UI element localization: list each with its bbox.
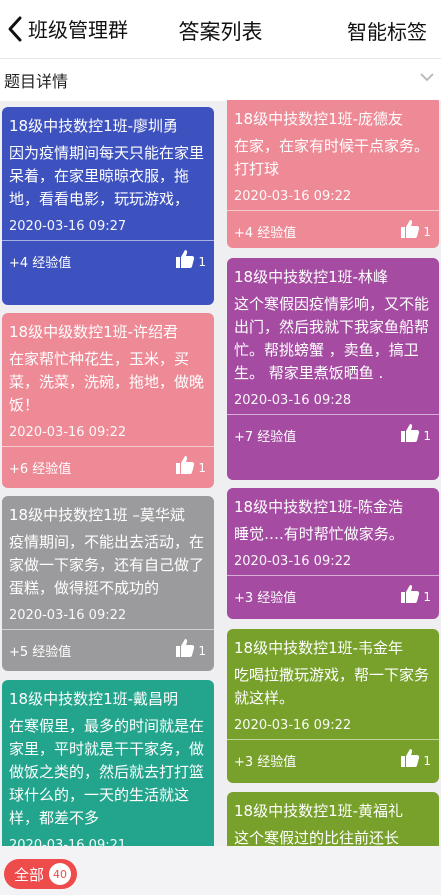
thumbs-up-icon xyxy=(401,585,420,603)
answer-time: 2020-03-16 09:22 xyxy=(234,718,352,733)
card-footer: +4 经验值 1 xyxy=(227,211,439,248)
student-name: 18级中技数控1班-庞德友 xyxy=(234,110,404,128)
question-detail-bar[interactable]: 题目详情 xyxy=(0,58,441,101)
answer-time: 2020-03-16 09:22 xyxy=(9,608,127,623)
card-footer: +4 经验值 1 xyxy=(2,241,214,279)
answer-card[interactable]: 18级中技数控1班-林峰 这个寒假因疫情影响，又不能出门，然后我就下我家鱼船帮忙… xyxy=(227,258,439,480)
student-name: 18级中技数控1班-戴昌明 xyxy=(9,690,179,708)
student-name: 18级中技数控1班-韦金年 xyxy=(234,639,404,657)
student-name: 18级中技数控1班-黄福礼 xyxy=(234,802,404,820)
card-footer: +6 经验值 1 xyxy=(2,447,214,485)
like-count: 1 xyxy=(423,590,431,604)
like-button[interactable]: 1 xyxy=(400,584,431,604)
answer-card[interactable]: 18级中技数控1班-黄福礼 这个寒假过的比往前还长 xyxy=(227,792,439,852)
experience-points: +7 经验值 xyxy=(234,430,297,445)
experience-points: +5 经验值 xyxy=(9,645,72,660)
like-count: 1 xyxy=(198,255,206,269)
thumbs-up-icon xyxy=(401,749,420,767)
thumbs-up-icon xyxy=(401,424,420,442)
answer-time: 2020-03-16 09:22 xyxy=(234,554,352,569)
answer-content: 在寒假里，最多的时间就是在家里，平时就是干干家务，做做饭之类的，然后就去打打篮球… xyxy=(9,717,205,827)
card-footer: +5 经验值 1 xyxy=(2,630,214,668)
answer-content: 在家帮忙种花生，玉米，买菜，洗菜，洗碗，拖地，做晚饭！ xyxy=(9,350,205,414)
answer-card[interactable]: 18级中技数控1班 –莫华斌 疫情期间，不能出去活动，在家做一下家务，还有自己做… xyxy=(2,496,214,671)
like-button[interactable]: 1 xyxy=(175,638,206,658)
count-badge: 40 xyxy=(49,863,72,885)
like-button[interactable]: 1 xyxy=(175,249,206,269)
answer-content: 因为疫情期间每天只能在家里呆着，在家里晾晾衣服，拖地，看看电影，玩玩游戏， xyxy=(9,144,205,208)
question-detail-label: 题目详情 xyxy=(4,72,69,91)
answer-content: 睡觉….有时帮忙做家务。 xyxy=(234,525,404,543)
answer-card[interactable]: 18级中技数控1班-廖圳勇 因为疫情期间每天只能在家里呆着，在家里晾晾衣服，拖地… xyxy=(2,107,214,305)
experience-points: +3 经验值 xyxy=(234,755,297,770)
experience-points: +4 经验值 xyxy=(9,256,72,271)
experience-points: +6 经验值 xyxy=(9,462,72,477)
answer-time: 2020-03-16 09:22 xyxy=(234,189,352,204)
answer-card[interactable]: 18级中技数控1班-庞德友 在家，在家有时候干点家务。打打球 2020-03-1… xyxy=(227,100,439,248)
answer-time: 2020-03-16 09:22 xyxy=(9,425,127,440)
card-footer: +3 经验值 1 xyxy=(227,740,439,778)
thumbs-up-icon xyxy=(176,639,195,657)
like-button[interactable]: 1 xyxy=(400,219,431,239)
student-name: 18级中技数控1班-陈金浩 xyxy=(234,498,404,516)
all-filter-label: 全部 xyxy=(14,865,45,884)
answer-content: 吃喝拉撒玩游戏，帮一下家务就这样。 xyxy=(234,666,430,707)
all-filter-button[interactable]: 全部 40 xyxy=(4,859,78,889)
like-button[interactable]: 1 xyxy=(175,455,206,475)
smart-tags-button[interactable]: 智能标签 xyxy=(347,16,427,45)
like-button[interactable]: 1 xyxy=(400,748,431,768)
student-name: 18级中技数控1班-廖圳勇 xyxy=(9,117,179,135)
like-count: 1 xyxy=(423,429,431,443)
like-button[interactable]: 1 xyxy=(400,423,431,443)
answer-content: 在家，在家有时候干点家务。打打球 xyxy=(234,137,430,178)
thumbs-up-icon xyxy=(401,220,420,238)
like-count: 1 xyxy=(423,225,431,239)
experience-points: +4 经验值 xyxy=(234,226,297,241)
answer-card[interactable]: 18级中级数控1班-许绍君 在家帮忙种花生，玉米，买菜，洗菜，洗碗，拖地，做晚饭… xyxy=(2,313,214,488)
student-name: 18级中技数控1班 –莫华斌 xyxy=(9,506,185,524)
thumbs-up-icon xyxy=(176,250,195,268)
answer-card[interactable]: 18级中技数控1班-戴昌明 在寒假里，最多的时间就是在家里，平时就是干干家务，做… xyxy=(2,680,214,860)
card-footer: +3 经验值 1 xyxy=(227,576,439,614)
answer-time: 2020-03-16 09:28 xyxy=(234,393,352,408)
experience-points: +3 经验值 xyxy=(234,591,297,606)
like-count: 1 xyxy=(423,754,431,768)
answer-time: 2020-03-16 09:27 xyxy=(9,219,127,234)
student-name: 18级中级数控1班-许绍君 xyxy=(9,323,179,341)
like-count: 1 xyxy=(198,644,206,658)
student-name: 18级中技数控1班-林峰 xyxy=(234,268,389,286)
card-footer: +7 经验值 1 xyxy=(227,415,439,453)
chevron-down-icon[interactable] xyxy=(419,71,435,83)
like-count: 1 xyxy=(198,461,206,475)
answer-card[interactable]: 18级中技数控1班-陈金浩 睡觉….有时帮忙做家务。 2020-03-16 09… xyxy=(227,488,439,619)
answer-card[interactable]: 18级中技数控1班-韦金年 吃喝拉撒玩游戏，帮一下家务就这样。 2020-03-… xyxy=(227,629,439,783)
answer-content: 疫情期间，不能出去活动，在家做一下家务，还有自己做了蛋糕，做得挺不成功的 xyxy=(9,533,205,597)
thumbs-up-icon xyxy=(176,456,195,474)
bottom-bar: 全部 40 xyxy=(0,846,441,895)
top-nav-bar: 班级管理群 答案列表 智能标签 xyxy=(0,0,441,58)
answer-content: 这个寒假因疫情影响，又不能出门，然后我就下我家鱼船帮忙。帮挑螃蟹 ，卖鱼，搞卫生… xyxy=(234,295,430,382)
